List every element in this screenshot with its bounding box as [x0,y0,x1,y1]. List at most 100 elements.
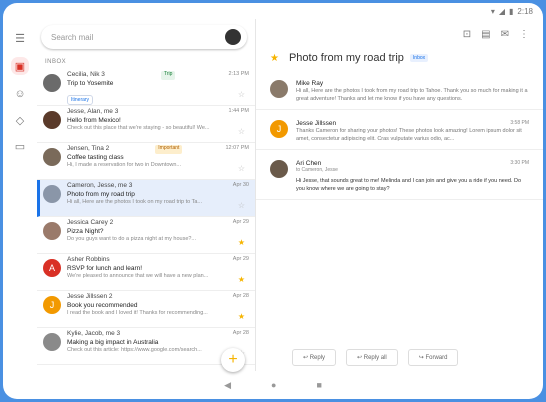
chat-icon[interactable]: ▭ [13,139,27,153]
snippet: Check out this article: https://www.goog… [67,347,202,353]
sender: Mike Ray [296,80,324,87]
system-nav-bar: ◀ ● ■ [3,371,543,399]
subject: Trip to Yosemite [67,80,114,87]
thread-title: Photo from my road trip [288,52,404,64]
sender: Ari Chen [296,160,322,167]
snippet: We're pleased to announce that we will h… [67,273,209,279]
time: Apr 29 [232,219,249,225]
thread-badge: Inbox [409,54,429,62]
list-item[interactable]: Jesse, Alan, me 3 1:44 PM Hello from Mexic… [37,106,255,143]
sender: Jesse, Alan, me 3 [67,108,119,115]
time: Apr 28 [232,293,249,299]
thread-actions: ↩ Reply ↩ Reply all ↪ Forward [292,349,459,366]
subject: Pizza Night? [67,228,104,235]
avatar: J [43,296,61,314]
home-icon[interactable]: ● [271,380,276,390]
snippet: Check out this place that we're staying … [67,125,210,131]
star-icon[interactable]: ★ [238,312,245,321]
mail-list: Search mail INBOX Cecilia, Nik 3 Trip 2:13… [37,19,255,371]
account-avatar[interactable] [225,29,241,45]
subject: Making a big impact in Australia [67,339,159,346]
avatar [43,148,61,166]
signal-icon: ◢ [498,6,506,16]
time: Apr 28 [232,330,249,336]
recipients: to Cameron, Jesse [296,167,338,173]
message[interactable]: J Jesse Jillssen 3:58 PM Thanks Cameron for… [256,110,543,150]
subject: Photo from my road trip [67,191,135,198]
label-badge: Important [155,145,183,154]
subject: RSVP for lunch and learn! [67,265,143,272]
attachment-chip[interactable]: Itinerary [67,95,94,105]
time: 12:07 PM [225,145,249,151]
time: Apr 29 [232,256,249,262]
avatar [43,111,61,129]
delete-icon[interactable]: ▤ [481,29,490,40]
menu-icon[interactable]: ☰ [13,31,27,45]
avatar [270,160,288,178]
avatar [43,185,61,203]
sender: Kylie, Jacob, me 3 [67,330,121,337]
star-icon[interactable]: ☆ [238,201,245,210]
thread-pane: ⊡ ▤ ✉ ⋮ ★ Photo from my road trip Inbox … [256,19,543,371]
snippet: Hi all, Here are the photos I took on my… [67,199,203,205]
list-item[interactable]: J Jesse Jillssen 2 Apr 28 Book you recommen… [37,291,255,328]
sender: Cameron, Jesse, me 3 [67,182,133,189]
status-time: 2:18 [517,6,533,16]
sender: Jesse Jillssen [296,120,337,127]
sender: Jesse Jillssen 2 [67,293,113,300]
list-item[interactable]: Jensen, Tina 2 Important 12:07 PM Coffee ta… [37,143,255,180]
wifi-icon: ▾ [490,6,495,16]
list-item[interactable]: Jessica Carey 2 Apr 29 Pizza Night? Do you … [37,217,255,254]
star-icon[interactable]: ★ [238,275,245,284]
star-icon[interactable]: ☆ [238,127,245,136]
snippet: Hi, I made a reservation for two in Down… [67,162,182,168]
more-icon[interactable]: ⋮ [519,29,529,40]
contacts-icon[interactable]: ☺ [13,87,27,101]
time: 3:58 PM [510,120,529,126]
message[interactable]: Mike Ray Hi all, Here are the photos I to… [256,70,543,110]
label-badge: Trip [161,71,176,80]
message-snippet: Hi all, Here are the photos I took from … [296,88,528,102]
reply-button[interactable]: ↩ Reply [292,349,337,366]
star-icon[interactable]: ★ [270,53,279,64]
avatar [270,80,288,98]
sender: Jensen, Tina 2 [67,145,110,152]
section-label: INBOX [45,59,67,65]
message-body: Hi Jesse, that sounds great to me! Melin… [296,178,522,192]
star-icon[interactable]: ☆ [238,164,245,173]
tablet-screen: ▾ ◢ ▮ 2:18 ☰ ▣ ☺ ◇ ▭ Search mail INBOX C… [3,3,543,399]
list-item[interactable]: Cecilia, Nik 3 Trip 2:13 PM Trip to Yosemit… [37,69,255,106]
thread-toolbar: ⊡ ▤ ✉ ⋮ [256,19,543,40]
list-item[interactable]: Cameron, Jesse, me 3 Apr 30 Photo from my … [37,180,255,217]
time: 1:44 PM [228,108,249,114]
list-item[interactable]: A Asher Robbins Apr 29 RSVP for lunch and l… [37,254,255,291]
label-icon[interactable]: ◇ [13,113,27,127]
message[interactable]: Ari Chen 3:30 PM to Cameron, Jesse Hi Jesse… [256,150,543,200]
star-icon[interactable]: ★ [238,238,245,247]
avatar [43,333,61,351]
forward-button[interactable]: ↪ Forward [407,349,459,366]
compose-button[interactable]: + [221,348,245,372]
time: 3:30 PM [510,160,529,166]
avatar: A [43,259,61,277]
time: 2:13 PM [228,71,249,77]
search-bar[interactable]: Search mail [41,25,247,49]
back-icon[interactable]: ◀ [224,380,231,391]
thread-title-row: ★ Photo from my road trip Inbox [270,52,543,64]
avatar [43,222,61,240]
avatar [43,74,61,92]
inbox-icon[interactable]: ▣ [11,57,29,75]
subject: Hello from Mexico! [67,117,121,124]
recents-icon[interactable]: ■ [316,380,321,390]
sender: Asher Robbins [67,256,110,263]
reply-all-button[interactable]: ↩ Reply all [346,349,398,366]
sender: Jessica Carey 2 [67,219,114,226]
sender: Cecilia, Nik 3 [67,71,105,78]
subject: Book you recommended [67,302,138,309]
status-bar: ▾ ◢ ▮ 2:18 [3,3,543,19]
message-snippet: Thanks Cameron for sharing your photos! … [296,128,522,142]
star-icon[interactable]: ☆ [238,90,245,99]
archive-icon[interactable]: ⊡ [463,29,471,40]
search-input[interactable]: Search mail [51,33,225,42]
mail-icon[interactable]: ✉ [501,29,509,40]
